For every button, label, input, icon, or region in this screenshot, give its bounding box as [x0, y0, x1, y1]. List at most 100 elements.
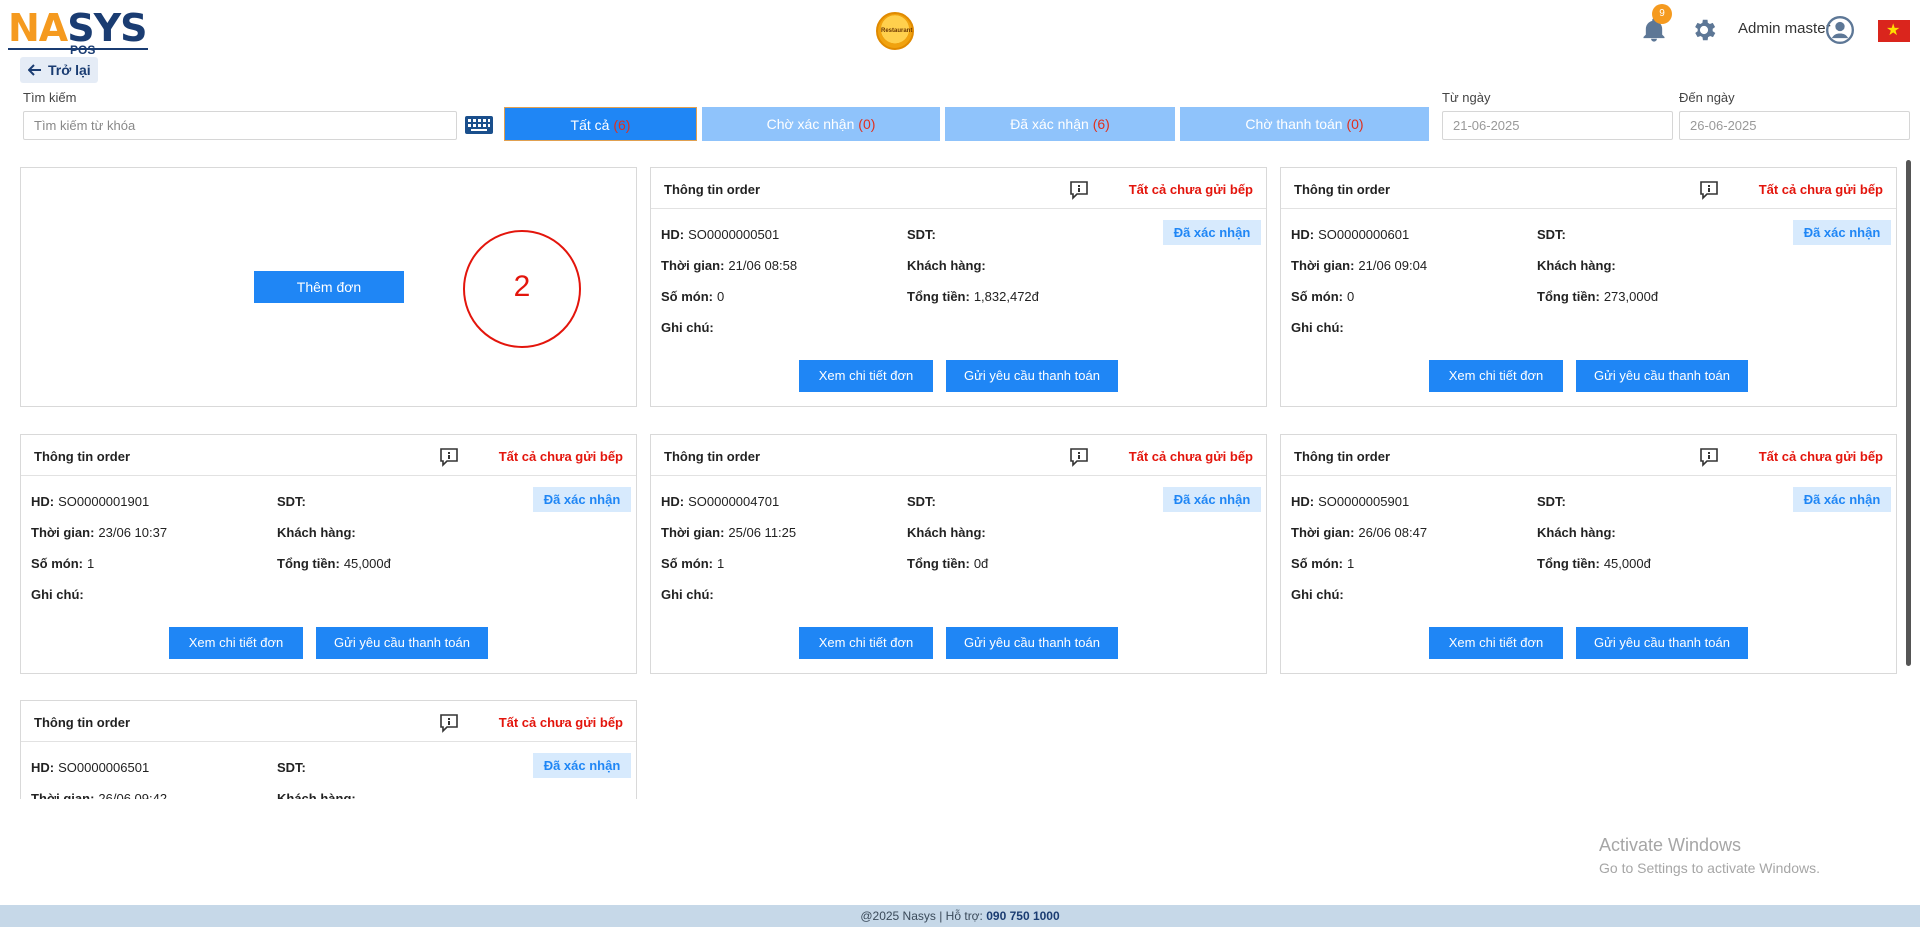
order-sdt: SDT:: [277, 494, 306, 509]
request-payment-button[interactable]: Gửi yêu cầu thanh toán: [946, 627, 1118, 659]
time-label: Thời gian:: [1291, 525, 1355, 540]
time-value: 25/06 11:25: [728, 525, 797, 540]
kitchen-status: Tất cả chưa gửi bếp: [1758, 182, 1883, 197]
order-card-title: Thông tin order: [34, 715, 131, 730]
order-note: Ghi chú:: [31, 587, 84, 602]
hd-label: HD:: [31, 760, 55, 775]
total-value: 1,832,472đ: [973, 289, 1039, 304]
time-label: Thời gian:: [31, 791, 95, 799]
order-card-title: Thông tin order: [664, 182, 761, 197]
info-icon: [438, 446, 460, 468]
sdt-label: SDT:: [907, 494, 936, 509]
hd-label: HD:: [1291, 227, 1315, 242]
order-time: Thời gian: 26/06 08:47: [1291, 525, 1427, 540]
tab-pending-confirm[interactable]: Chờ xác nhận (0): [702, 107, 940, 141]
items-value: 1: [717, 556, 725, 571]
keyboard-icon[interactable]: [464, 114, 494, 136]
customer-label: Khách hàng:: [277, 525, 356, 540]
total-value: 273,000đ: [1603, 289, 1659, 304]
order-total: Tổng tiền: 45,000đ: [1537, 556, 1651, 571]
order-note: Ghi chú:: [1291, 587, 1344, 602]
order-time: Thời gian: 21/06 08:58: [661, 258, 797, 273]
hd-value: SO0000004701: [688, 494, 780, 509]
hd-value: SO0000005901: [1318, 494, 1410, 509]
from-date-input[interactable]: 21-06-2025: [1442, 111, 1673, 140]
add-order-button[interactable]: Thêm đơn: [254, 271, 404, 303]
order-sdt: SDT:: [907, 494, 936, 509]
sdt-label: SDT:: [907, 227, 936, 242]
order-sdt: SDT:: [277, 760, 306, 775]
back-button[interactable]: Trở lại: [20, 57, 98, 83]
from-date-label: Từ ngày: [1442, 90, 1491, 105]
sdt-label: SDT:: [277, 494, 306, 509]
order-card-header: Thông tin order Tất cả chưa gửi bếp: [1281, 168, 1896, 209]
note-label: Ghi chú:: [661, 587, 714, 602]
vietnam-flag-icon[interactable]: ★: [1878, 20, 1910, 42]
customer-label: Khách hàng:: [1537, 525, 1616, 540]
items-label: Số món:: [31, 556, 83, 571]
order-card-title: Thông tin order: [664, 449, 761, 464]
order-customer: Khách hàng:: [1537, 525, 1616, 540]
total-label: Tổng tiền:: [907, 289, 970, 304]
info-icon: [1068, 446, 1090, 468]
hd-label: HD:: [31, 494, 55, 509]
tab-confirmed[interactable]: Đã xác nhận (6): [945, 107, 1175, 141]
order-time: Thời gian: 23/06 10:37: [31, 525, 167, 540]
time-value: 23/06 10:37: [98, 525, 168, 540]
order-hd: HD: SO0000000601: [1291, 227, 1409, 242]
hd-value: SO0000001901: [58, 494, 150, 509]
gear-icon[interactable]: [1690, 16, 1718, 44]
tab-pending-payment[interactable]: Chờ thanh toán (0): [1180, 107, 1429, 141]
tab-all-count: (6): [613, 117, 631, 133]
info-icon: [438, 712, 460, 734]
request-payment-button[interactable]: Gửi yêu cầu thanh toán: [1576, 627, 1748, 659]
info-icon: [1698, 446, 1720, 468]
order-card-header: Thông tin order Tất cả chưa gửi bếp: [21, 701, 636, 742]
view-order-detail-button[interactable]: Xem chi tiết đơn: [169, 627, 303, 659]
customer-label: Khách hàng:: [907, 525, 986, 540]
customer-label: Khách hàng:: [907, 258, 986, 273]
scrollbar[interactable]: [1906, 160, 1911, 666]
time-label: Thời gian:: [661, 258, 725, 273]
order-hd: HD: SO0000001901: [31, 494, 149, 509]
request-payment-button[interactable]: Gửi yêu cầu thanh toán: [946, 360, 1118, 392]
hd-value: SO0000006501: [58, 760, 150, 775]
tab-pending-confirm-count: (0): [858, 116, 876, 132]
order-customer: Khách hàng:: [907, 525, 986, 540]
order-status-badge: Đã xác nhận: [1793, 220, 1891, 245]
note-label: Ghi chú:: [1291, 320, 1344, 335]
request-payment-button[interactable]: Gửi yêu cầu thanh toán: [1576, 360, 1748, 392]
view-order-detail-button[interactable]: Xem chi tiết đơn: [1429, 627, 1563, 659]
search-label: Tìm kiếm: [23, 90, 77, 105]
order-status-badge: Đã xác nhận: [533, 753, 631, 778]
order-items: Số món: 1: [661, 556, 724, 571]
kitchen-status: Tất cả chưa gửi bếp: [1128, 449, 1253, 464]
view-order-detail-button[interactable]: Xem chi tiết đơn: [799, 360, 933, 392]
total-label: Tổng tiền:: [907, 556, 970, 571]
to-date-label: Đến ngày: [1679, 90, 1735, 105]
hd-value: SO0000000501: [688, 227, 780, 242]
order-card: Thông tin order Tất cả chưa gửi bếp Đã x…: [650, 434, 1267, 674]
nasys-logo[interactable]: NASYS POS: [8, 6, 150, 57]
search-input[interactable]: [23, 111, 457, 140]
order-card-header: Thông tin order Tất cả chưa gửi bếp: [651, 435, 1266, 476]
view-order-detail-button[interactable]: Xem chi tiết đơn: [1429, 360, 1563, 392]
user-name[interactable]: Admin master: [1738, 20, 1831, 37]
tab-all[interactable]: Tất cả (6): [504, 107, 697, 141]
request-payment-button[interactable]: Gửi yêu cầu thanh toán: [316, 627, 488, 659]
items-value: 0: [717, 289, 725, 304]
order-status-badge: Đã xác nhận: [533, 487, 631, 512]
info-icon: [1068, 179, 1090, 201]
to-date-input[interactable]: 26-06-2025: [1679, 111, 1910, 140]
note-label: Ghi chú:: [1291, 587, 1344, 602]
annotation-number: 2: [513, 270, 531, 303]
view-order-detail-button[interactable]: Xem chi tiết đơn: [799, 627, 933, 659]
kitchen-status: Tất cả chưa gửi bếp: [1128, 182, 1253, 197]
top-header: NASYS POS Restaurant 9 Admin master ★: [0, 0, 1920, 57]
order-card: Thông tin order Tất cả chưa gửi bếp Đã x…: [1280, 434, 1897, 674]
order-total: Tổng tiền: 1,832,472đ: [907, 289, 1039, 304]
note-label: Ghi chú:: [31, 587, 84, 602]
items-value: 1: [87, 556, 95, 571]
user-avatar-icon[interactable]: [1826, 16, 1854, 44]
sdt-label: SDT:: [277, 760, 306, 775]
